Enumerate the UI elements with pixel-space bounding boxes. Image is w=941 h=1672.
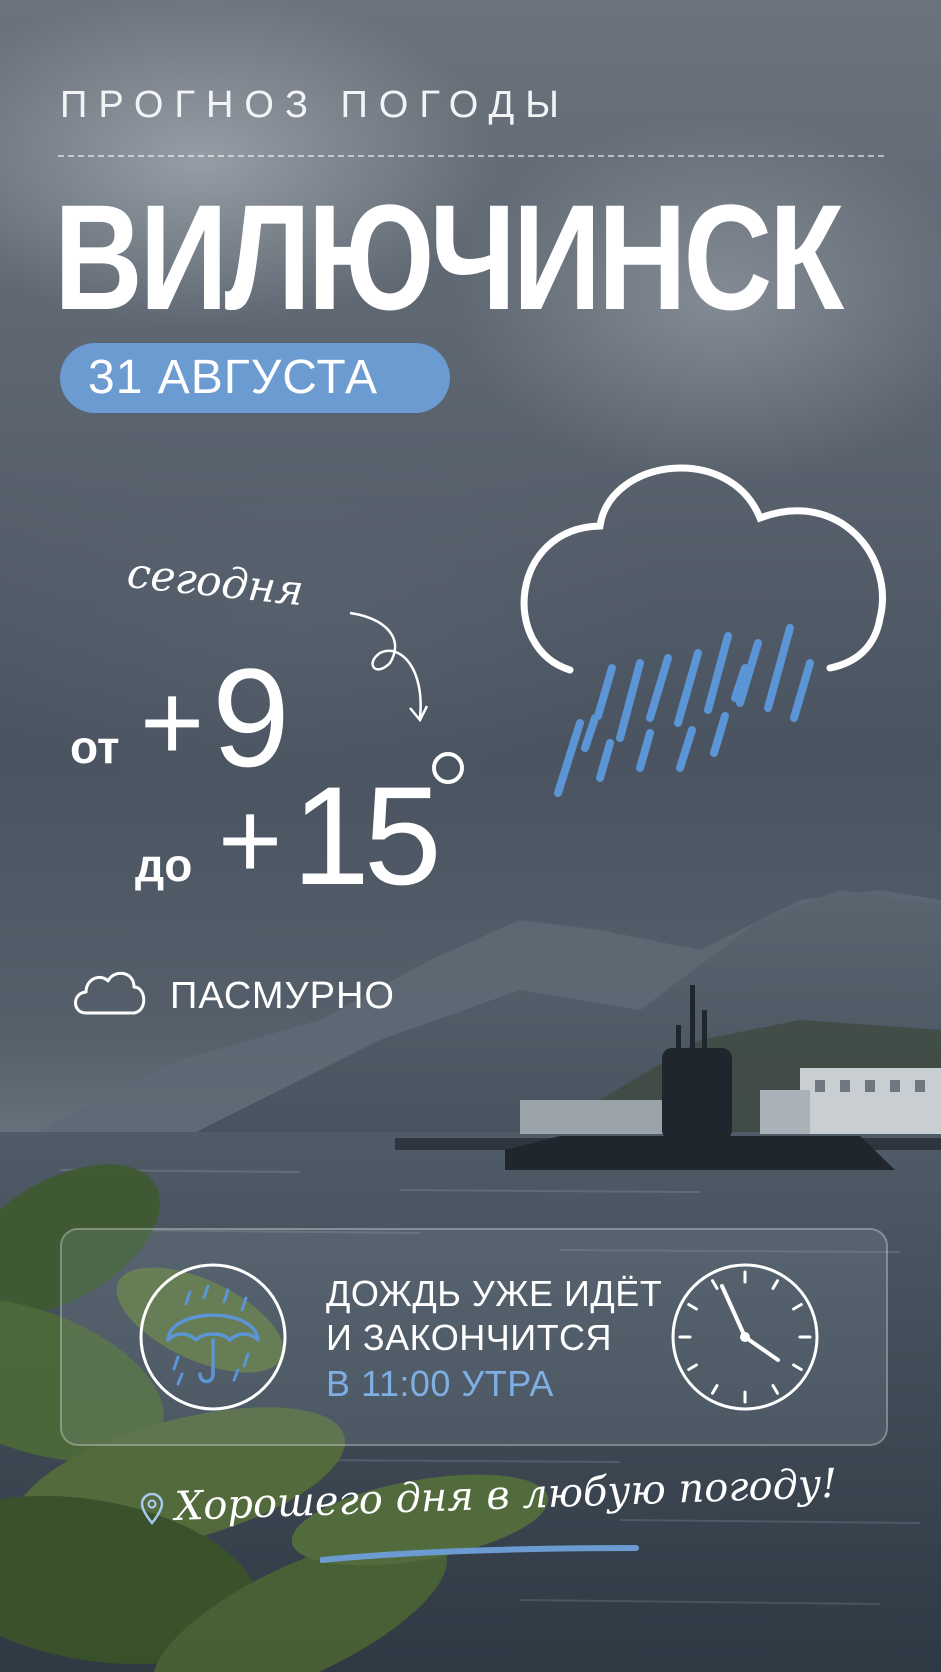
- harbor-building: [800, 1068, 941, 1134]
- temp-to-sign: +: [218, 779, 283, 902]
- rain-line-3: В 11:00 УТРА: [326, 1363, 554, 1404]
- temp-from-sign: +: [140, 661, 205, 784]
- slogan-underline: [320, 1545, 639, 1563]
- temp-to-value: 15: [292, 757, 442, 914]
- weather-poster: ПРОГНОЗ ПОГОДЫ ВИЛЮЧИНСК 31 АВГУСТА сего…: [0, 0, 941, 1672]
- city-title: ВИЛЮЧИНСК: [54, 173, 844, 341]
- location-pin-icon: [140, 1493, 164, 1525]
- rain-line-2: И ЗАКОНЧИТСЯ: [326, 1317, 613, 1358]
- curved-arrow-icon: [349, 611, 429, 723]
- rain-cloud-icon: [520, 464, 886, 797]
- temp-to-word: до: [135, 839, 193, 891]
- cloud-icon: [74, 971, 146, 1015]
- umbrella-icon: [139, 1263, 287, 1411]
- temp-from-value: 9: [212, 639, 290, 796]
- rain-line-1: ДОЖДЬ УЖЕ ИДЁТ: [326, 1273, 663, 1314]
- temp-from-word: от: [70, 721, 120, 773]
- clock-icon: [671, 1263, 819, 1411]
- date-text: 31 АВГУСТА: [88, 351, 379, 404]
- dashed-divider: [58, 155, 884, 157]
- condition-text: ПАСМУРНО: [170, 975, 395, 1017]
- header-label: ПРОГНОЗ ПОГОДЫ: [60, 84, 570, 126]
- degree-symbol: [432, 752, 464, 784]
